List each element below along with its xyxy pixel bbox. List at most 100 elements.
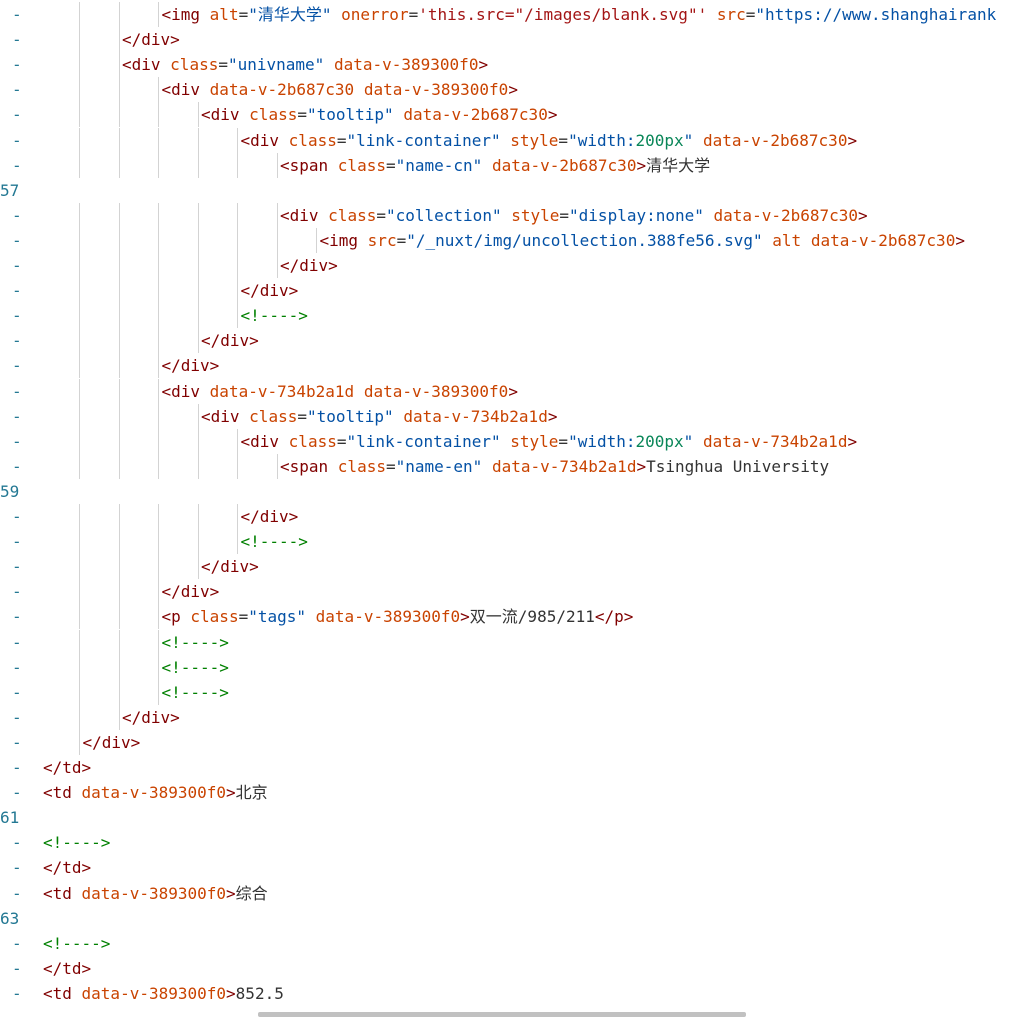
indent-guide <box>197 253 199 279</box>
code-line: - <!----> <box>0 680 1022 705</box>
code-token: data-v-734b2a1d <box>702 431 848 451</box>
code-token: alt <box>209 5 239 24</box>
code-content: <div class="collection" style="display:n… <box>280 203 868 228</box>
code-token: = <box>385 456 396 476</box>
code-token: = <box>297 406 307 426</box>
indent-guide <box>118 27 120 53</box>
indent-guide <box>118 278 120 304</box>
code-token: class <box>249 105 298 125</box>
code-token: <div <box>161 80 210 100</box>
indent-guide <box>158 278 159 304</box>
indent-guide <box>79 378 80 404</box>
code-token: data-v-734b2a1d <box>491 456 637 476</box>
indent-guide <box>276 253 278 279</box>
indent-guide <box>79 2 80 28</box>
line-gutter: 59 <box>0 481 20 501</box>
line-gutter: - <box>12 783 22 803</box>
indent-guide <box>197 278 199 304</box>
line-gutter: - <box>12 130 22 150</box>
code-token: > <box>847 431 858 451</box>
indent-guide <box>118 679 120 705</box>
indent-guide <box>237 227 238 253</box>
indent-guide <box>158 604 159 630</box>
indent-guide <box>158 453 159 479</box>
code-token: src <box>367 230 397 250</box>
indent-guide <box>276 227 278 253</box>
code-token: 852.5 <box>235 983 284 1003</box>
code-editor[interactable]: - <img alt="清华大学" onerror='this.src="/ima… <box>0 0 1022 1017</box>
code-line: - </td> <box>0 855 1022 880</box>
code-token: "width: <box>568 130 636 150</box>
code-token: <div <box>122 55 171 75</box>
code-token: data-v-389300f0 <box>315 607 461 627</box>
code-token: = <box>408 5 419 24</box>
indent-guide <box>158 428 159 454</box>
code-token: data-v-2b687c30 <box>403 105 548 125</box>
code-token: " <box>683 431 694 451</box>
code-token: "display:none" <box>569 205 704 225</box>
code-token: Tsinghua University <box>646 456 830 476</box>
indent-guide <box>79 127 80 153</box>
code-token: "/_nuxt/img/uncollection.388fe56.svg" <box>406 230 763 250</box>
indent-guide <box>197 428 199 454</box>
indent-guide <box>158 127 159 153</box>
code-content: <p class="tags" data-v-389300f0>双一流/985/… <box>162 604 634 629</box>
line-gutter: - <box>12 331 22 351</box>
code-line: 59 <box>0 479 1022 504</box>
indent-guide <box>158 77 159 103</box>
line-gutter: - <box>12 983 22 1003</box>
code-line: - <div class="univname" data-v-389300f0> <box>0 52 1022 77</box>
code-content: <span class="name-en" data-v-734b2a1d>Ts… <box>280 454 829 479</box>
indent-guide <box>118 629 120 655</box>
indent-guide <box>79 579 80 605</box>
code-token: 清华大学 <box>646 155 711 175</box>
code-content: <!----> <box>241 303 308 328</box>
code-token: = <box>218 55 228 75</box>
line-gutter: - <box>12 958 22 978</box>
code-content: </div> <box>122 27 180 52</box>
code-token: > <box>847 130 858 150</box>
code-line: - <img src="/_nuxt/img/uncollection.388fe… <box>0 228 1022 253</box>
code-token: style <box>510 431 559 451</box>
line-gutter: - <box>12 5 22 24</box>
code-line: - <!----> <box>0 529 1022 554</box>
code-content: <div class="link-container" style="width… <box>241 128 858 153</box>
indent-guide <box>158 303 159 329</box>
indent-guide <box>158 253 159 279</box>
code-token: = <box>558 130 569 150</box>
indent-guide <box>79 729 80 755</box>
code-token: data-v-2b687c30 <box>702 130 848 150</box>
code-token: </div> <box>122 707 180 727</box>
indent-guide <box>158 102 159 128</box>
code-content: </td> <box>43 956 91 981</box>
code-token: "tags" <box>248 607 307 627</box>
code-token: <!----> <box>43 933 111 953</box>
code-line: - <td data-v-389300f0>852.5 <box>0 981 1022 1006</box>
indent-guide <box>79 152 80 178</box>
code-line: - <div class="collection" style="display:… <box>0 203 1022 228</box>
indent-guide <box>118 2 120 28</box>
code-line: 63 <box>0 906 1022 931</box>
line-gutter: - <box>12 381 22 401</box>
code-token: > <box>478 55 489 75</box>
line-gutter: - <box>12 682 22 702</box>
line-gutter: - <box>12 532 22 552</box>
horizontal-scrollbar[interactable] <box>258 1012 746 1017</box>
indent-guide <box>79 679 80 705</box>
indent-guide <box>118 102 120 128</box>
code-content: </div> <box>122 705 180 730</box>
code-token: <!----> <box>240 306 308 326</box>
code-token: data-v-734b2a1d <box>209 381 355 401</box>
indent-guide <box>118 529 120 555</box>
indent-guide <box>79 554 80 580</box>
code-token: <!----> <box>161 632 229 652</box>
indent-guide <box>118 202 120 228</box>
